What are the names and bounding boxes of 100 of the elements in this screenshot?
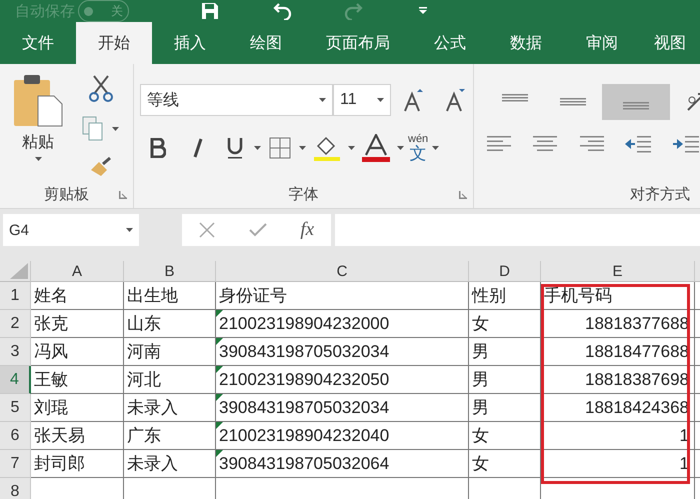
dropdown-caret-icon: [432, 146, 440, 150]
row-header[interactable]: 7: [0, 450, 31, 478]
table-cell: 女: [469, 310, 541, 338]
align-bottom-icon: [623, 102, 649, 110]
table-cell: 河北: [124, 366, 216, 394]
table-cell: 210023198904232000: [216, 310, 469, 338]
increase-indent-icon[interactable]: [672, 134, 700, 154]
customize-menu-icon[interactable]: [419, 7, 427, 15]
font-size-field[interactable]: 11: [333, 84, 391, 116]
column-header[interactable]: C: [216, 261, 469, 282]
table-cell: 男: [469, 366, 541, 394]
dialog-launcher-icon[interactable]: [459, 191, 467, 199]
insert-function-button[interactable]: fx: [300, 219, 314, 241]
ribbon-tab[interactable]: 视图: [640, 22, 700, 64]
dropdown-caret-icon: [319, 98, 326, 102]
align-top-icon: [502, 94, 528, 102]
align-center-icon: [532, 134, 558, 154]
ribbon-tab[interactable]: 插入: [152, 22, 228, 64]
column-header[interactable]: A: [31, 261, 124, 282]
table-cell: 男: [469, 394, 541, 422]
save-icon[interactable]: [201, 2, 219, 20]
table-cell: 河南: [124, 338, 216, 366]
font-color-icon[interactable]: [359, 132, 393, 164]
undo-icon[interactable]: [273, 2, 293, 20]
row-header[interactable]: 8: [0, 478, 31, 499]
scissors-icon[interactable]: [88, 74, 112, 102]
table-cell: 王敏: [31, 366, 124, 394]
table-cell: 390843198705032064: [216, 450, 469, 478]
underline-icon: [227, 137, 243, 159]
dropdown-caret-icon: [397, 146, 404, 150]
table-cell: 冯风: [31, 338, 124, 366]
table-cell: 女: [469, 422, 541, 450]
ribbon-tab[interactable]: 页面布局: [304, 22, 412, 64]
bold-icon: [150, 138, 166, 158]
decrease-indent-icon[interactable]: [624, 134, 652, 154]
align-right-icon: [578, 134, 604, 154]
table-cell: 1: [541, 422, 695, 450]
table-cell: 封司郎: [31, 450, 124, 478]
error-indicator-icon: [216, 366, 223, 373]
group-label: 字体: [288, 184, 318, 204]
table-cell: 18818424368: [541, 394, 695, 422]
table-cell: 性别: [469, 282, 541, 310]
dropdown-caret-icon: [112, 127, 119, 131]
dropdown-caret-icon: [254, 146, 261, 150]
italic-icon: [192, 138, 204, 158]
dropdown-caret-icon: [377, 98, 384, 102]
error-indicator-icon: [216, 450, 223, 457]
table-cell: 18818377688: [541, 310, 695, 338]
group-label: 剪贴板: [44, 184, 89, 204]
align-middle-icon: [560, 98, 586, 106]
ribbon-tab[interactable]: 审阅: [564, 22, 640, 64]
table-cell: 未录入: [124, 394, 216, 422]
autosave-label: 自动保存: [15, 2, 75, 20]
table-cell: 1: [541, 450, 695, 478]
column-header[interactable]: E: [541, 261, 695, 282]
row-header[interactable]: 2: [0, 310, 31, 338]
paste-icon[interactable]: [12, 72, 64, 128]
table-cell: 刘琨: [31, 394, 124, 422]
dropdown-caret-icon: [348, 146, 355, 150]
ribbon-tab[interactable]: 开始: [76, 22, 152, 64]
table-cell: 390843198705032034: [216, 338, 469, 366]
table-cell: 身份证号: [216, 282, 469, 310]
table-cell: 210023198904232050: [216, 366, 469, 394]
error-indicator-icon: [216, 338, 223, 345]
paste-label[interactable]: 粘贴: [22, 132, 54, 153]
error-indicator-icon: [216, 394, 223, 401]
table-cell: 390843198705032034: [216, 394, 469, 422]
table-cell: 210023198904232040: [216, 422, 469, 450]
table-cell: 姓名: [31, 282, 124, 310]
dropdown-caret-icon: [299, 146, 306, 150]
row-header[interactable]: 3: [0, 338, 31, 366]
table-cell: 张天易: [31, 422, 124, 450]
row-header[interactable]: 4: [0, 366, 31, 394]
phonetic-guide-button[interactable]: wén 文: [408, 134, 428, 162]
decrease-font-icon[interactable]: [445, 88, 465, 112]
dialog-launcher-icon[interactable]: [119, 191, 127, 199]
row-header[interactable]: 6: [0, 422, 31, 450]
formula-field[interactable]: [335, 214, 700, 246]
align-left-icon: [486, 134, 512, 154]
ribbon-tab[interactable]: 绘图: [228, 22, 304, 64]
ribbon-tab[interactable]: 数据: [488, 22, 564, 64]
table-cell: 18818387698: [541, 366, 695, 394]
row-header[interactable]: 1: [0, 282, 31, 310]
table-cell: 手机号码: [541, 282, 695, 310]
column-header[interactable]: D: [469, 261, 541, 282]
column-header[interactable]: B: [124, 261, 216, 282]
group-label: 对齐方式: [630, 184, 690, 204]
row-header[interactable]: 5: [0, 394, 31, 422]
ribbon-tab[interactable]: 公式: [412, 22, 488, 64]
table-cell: 男: [469, 338, 541, 366]
table-cell: 未录入: [124, 450, 216, 478]
increase-font-icon[interactable]: [403, 88, 423, 112]
name-box[interactable]: G4: [3, 214, 139, 246]
dropdown-caret-icon: [34, 157, 42, 161]
font-name-field[interactable]: 等线: [140, 84, 333, 116]
error-indicator-icon: [216, 422, 223, 429]
table-cell: 山东: [124, 310, 216, 338]
ribbon-tab[interactable]: 文件: [0, 22, 76, 64]
table-cell: 广东: [124, 422, 216, 450]
table-cell: 张克: [31, 310, 124, 338]
